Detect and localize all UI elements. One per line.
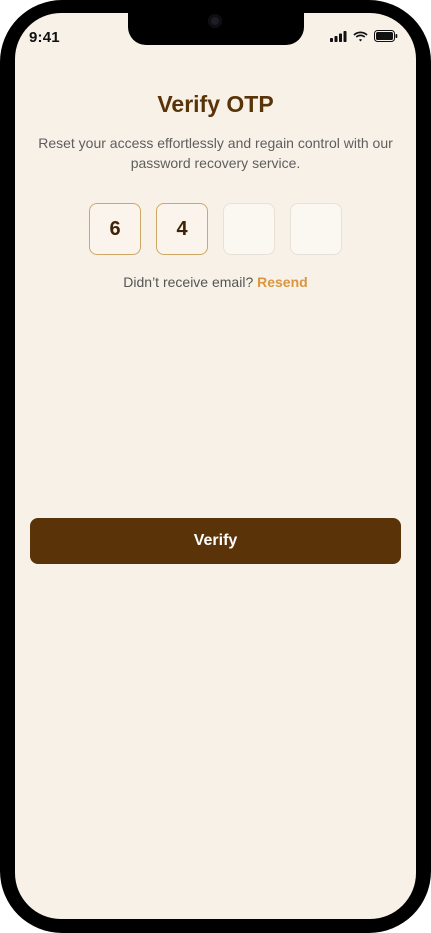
status-icons [330, 30, 398, 42]
battery-icon [374, 30, 398, 42]
verify-button[interactable]: Verify [30, 518, 401, 564]
phone-frame: 9:41 Verify OTP Reset your access effort… [0, 0, 431, 933]
camera-icon [208, 14, 222, 28]
otp-digit-2[interactable]: 4 [156, 203, 208, 255]
resend-link[interactable]: Resend [257, 274, 308, 290]
otp-digit-1[interactable]: 6 [89, 203, 141, 255]
otp-digit-4[interactable] [290, 203, 342, 255]
wifi-icon [353, 31, 368, 42]
signal-icon [330, 30, 347, 42]
page-title: Verify OTP [157, 91, 274, 117]
resend-line: Didn’t receive email? Resend [15, 274, 416, 290]
notch [128, 13, 304, 45]
resend-prompt: Didn’t receive email? [123, 274, 254, 290]
otp-input-group: 6 4 [89, 203, 343, 257]
otp-digit-3[interactable] [223, 203, 275, 255]
status-time: 9:41 [29, 29, 60, 46]
page-subtitle: Reset your access effortlessly and regai… [38, 135, 393, 171]
app-screen: 9:41 Verify OTP Reset your access effort… [15, 13, 416, 919]
